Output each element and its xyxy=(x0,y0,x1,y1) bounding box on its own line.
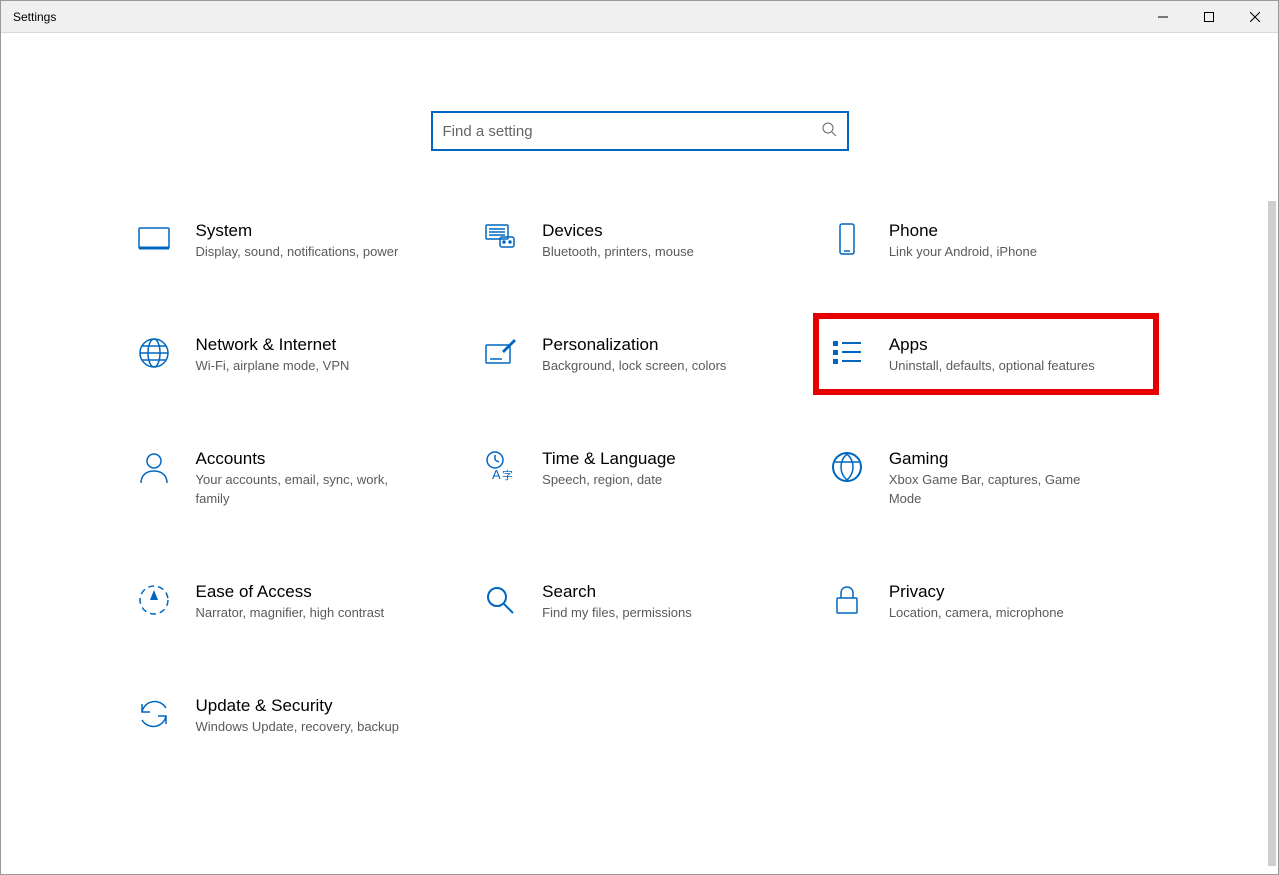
tile-title: Update & Security xyxy=(196,696,453,716)
accounts-icon xyxy=(134,447,174,487)
tile-desc: Windows Update, recovery, backup xyxy=(196,718,406,736)
tile-title: Network & Internet xyxy=(196,335,453,355)
tile-update-security[interactable]: Update & Security Windows Update, recover… xyxy=(130,686,457,744)
tile-title: System xyxy=(196,221,453,241)
tile-desc: Bluetooth, printers, mouse xyxy=(542,243,752,261)
search-box[interactable] xyxy=(431,111,849,151)
tile-apps[interactable]: Apps Uninstall, defaults, optional featur… xyxy=(817,317,1156,391)
window-controls xyxy=(1140,1,1278,32)
vertical-scrollbar[interactable] xyxy=(1268,201,1276,866)
tile-title: Search xyxy=(542,582,799,602)
window-title: Settings xyxy=(13,10,56,24)
tile-accounts[interactable]: AccountsYour accounts, email, sync, work… xyxy=(130,439,457,515)
tile-personalization[interactable]: Personalization Background, lock screen, … xyxy=(476,325,803,383)
tile-search[interactable]: Search Find my files, permissions xyxy=(476,572,803,630)
tile-desc: Uninstall, defaults, optional features xyxy=(889,357,1099,375)
tile-desc: Xbox Game Bar, captures, Game Mode xyxy=(889,471,1099,507)
personalization-icon xyxy=(480,333,520,373)
tile-desc: Link your Android, iPhone xyxy=(889,243,1099,261)
tile-title: Phone xyxy=(889,221,1146,241)
tile-title: Privacy xyxy=(889,582,1146,602)
tile-title: Time & Language xyxy=(542,449,799,469)
tile-desc: Find my files, permissions xyxy=(542,604,752,622)
tile-desc: Narrator, magnifier, high contrast xyxy=(196,604,406,622)
tile-devices[interactable]: Devices Bluetooth, printers, mouse xyxy=(476,211,803,269)
gaming-icon xyxy=(827,447,867,487)
search-icon xyxy=(821,121,837,142)
time-language-icon: A字 xyxy=(480,447,520,487)
network-icon xyxy=(134,333,174,373)
title-bar: Settings xyxy=(1,1,1278,33)
tile-gaming[interactable]: GamingXbox Game Bar, captures, Game Mode xyxy=(823,439,1150,515)
tile-title: Accounts xyxy=(196,449,453,469)
search-input[interactable] xyxy=(443,123,821,140)
tile-desc: Your accounts, email, sync, work, family xyxy=(196,471,406,507)
tile-desc: Background, lock screen, colors xyxy=(542,357,752,375)
system-icon xyxy=(134,219,174,259)
tile-title: Gaming xyxy=(889,449,1146,469)
tile-time-language[interactable]: A字 Time & Language Speech, region, date xyxy=(476,439,803,515)
tile-ease-of-access[interactable]: Ease of Access Narrator, magnifier, high … xyxy=(130,572,457,630)
ease-of-access-icon xyxy=(134,580,174,620)
update-security-icon xyxy=(134,694,174,734)
tile-title: Personalization xyxy=(542,335,799,355)
tile-title: Devices xyxy=(542,221,799,241)
tile-system[interactable]: System Display, sound, notifications, pow… xyxy=(130,211,457,269)
phone-icon xyxy=(827,219,867,259)
svg-text:字: 字 xyxy=(502,468,513,482)
tile-title: Apps xyxy=(889,335,1146,355)
search-tile-icon xyxy=(480,580,520,620)
tile-desc: Wi-Fi, airplane mode, VPN xyxy=(196,357,406,375)
close-button[interactable] xyxy=(1232,1,1278,32)
tile-privacy[interactable]: Privacy Location, camera, microphone xyxy=(823,572,1150,630)
devices-icon xyxy=(480,219,520,259)
minimize-button[interactable] xyxy=(1140,1,1186,32)
settings-grid: System Display, sound, notifications, pow… xyxy=(130,211,1150,744)
tile-desc: Location, camera, microphone xyxy=(889,604,1099,622)
maximize-button[interactable] xyxy=(1186,1,1232,32)
tile-network[interactable]: Network & Internet Wi-Fi, airplane mode, … xyxy=(130,325,457,383)
apps-icon xyxy=(827,333,867,373)
tile-desc: Display, sound, notifications, power xyxy=(196,243,406,261)
tile-title: Ease of Access xyxy=(196,582,453,602)
privacy-icon xyxy=(827,580,867,620)
tile-desc: Speech, region, date xyxy=(542,471,752,489)
svg-text:A: A xyxy=(492,467,501,482)
tile-phone[interactable]: Phone Link your Android, iPhone xyxy=(823,211,1150,269)
